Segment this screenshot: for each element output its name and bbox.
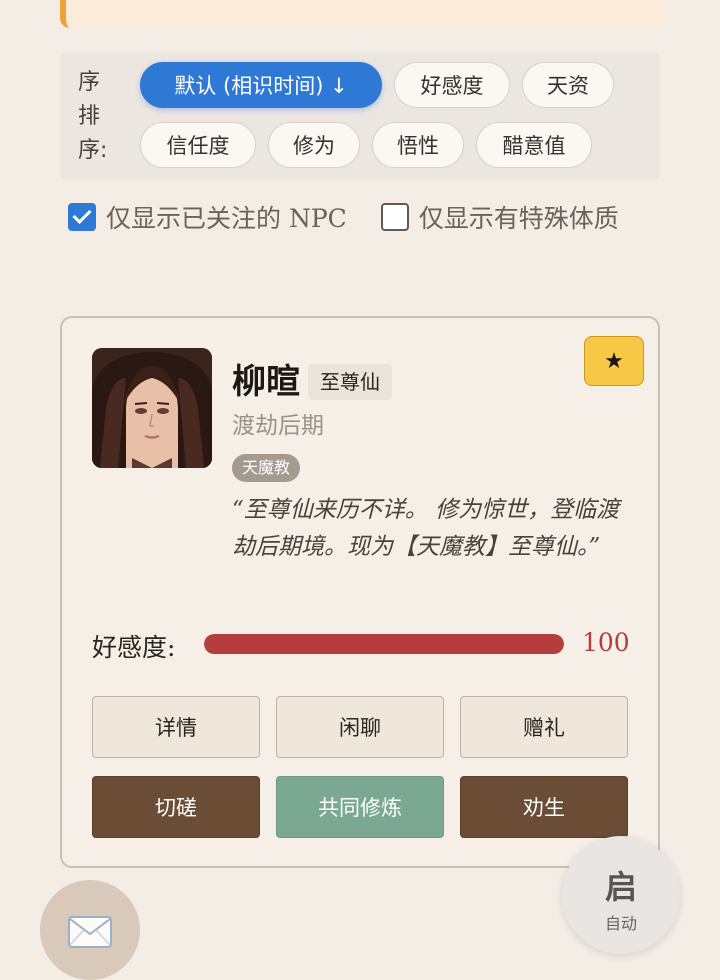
special-only-checkbox[interactable]	[380, 203, 409, 231]
sort-affinity-chip[interactable]: 好感度	[394, 62, 510, 108]
followed-only-checkbox[interactable]	[68, 203, 96, 231]
persuade-button[interactable]: 劝生	[460, 776, 628, 838]
mail-button[interactable]	[40, 880, 140, 980]
envelope-icon	[68, 916, 112, 948]
affinity-bar	[204, 634, 564, 654]
details-button[interactable]: 详情	[92, 696, 260, 758]
sort-default-chip[interactable]: 默认 (相识时间) ↓	[140, 62, 382, 108]
spar-button[interactable]: 切磋	[92, 776, 260, 838]
npc-title-badge: 至尊仙	[308, 364, 392, 400]
gift-button[interactable]: 赠礼	[460, 696, 628, 758]
filter-row: 仅显示已关注的 NPC 仅显示有特殊体质	[60, 200, 660, 238]
affinity-value: 100	[582, 628, 630, 657]
auto-button-main: 启	[604, 868, 637, 906]
sort-panel: 序 排 序: 默认 (相识时间) ↓ 好感度 天资 信任度 修为 悟性 醋意值	[60, 52, 660, 180]
sort-talent-chip[interactable]: 天资	[522, 62, 614, 108]
followed-only-label[interactable]: 仅显示已关注的 NPC	[106, 204, 347, 233]
npc-sect-tag: 天魔教	[232, 454, 301, 482]
chat-button[interactable]: 闲聊	[276, 696, 444, 758]
npc-quote: “至尊仙来历不详。 修为惊世，登临渡劫后期境。现为【天魔教】至尊仙。”	[232, 497, 620, 560]
sort-trust-chip[interactable]: 信任度	[140, 122, 256, 168]
star-icon: ★	[604, 348, 624, 374]
auto-button[interactable]: 启 自动	[562, 836, 680, 954]
npc-card: 柳暄 至尊仙 渡劫后期 天魔教 ★ “至尊仙来历不详。 修为惊世，登临渡劫后期境…	[60, 316, 660, 868]
special-only-label[interactable]: 仅显示有特殊体质	[419, 204, 619, 233]
sort-jealousy-chip[interactable]: 醋意值	[476, 122, 592, 168]
auto-button-sub: 自动	[604, 914, 637, 933]
npc-realm: 渡劫后期	[232, 413, 324, 439]
affinity-bar-fill	[204, 634, 564, 654]
affinity-label: 好感度:	[92, 633, 176, 662]
co-cultivate-button[interactable]: 共同修炼	[276, 776, 444, 838]
npc-avatar[interactable]	[92, 348, 212, 468]
favorite-star-button[interactable]: ★	[584, 336, 644, 386]
npc-name: 柳暄	[232, 362, 300, 402]
sort-comprehension-chip[interactable]: 悟性	[372, 122, 464, 168]
notice-banner	[60, 0, 666, 28]
sort-label: 序 排 序:	[78, 70, 108, 163]
sort-cultivation-chip[interactable]: 修为	[268, 122, 360, 168]
